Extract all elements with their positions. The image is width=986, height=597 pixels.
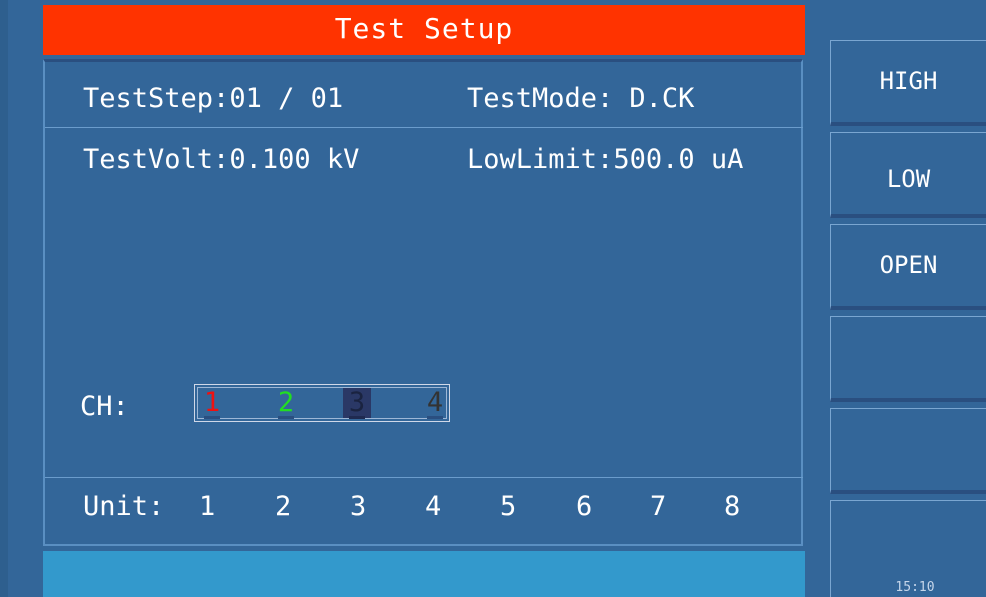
unit-1[interactable]: 1: [199, 492, 215, 522]
unit-2[interactable]: 2: [275, 492, 291, 522]
setup-panel: [43, 59, 803, 546]
test-step-value: 01 / 01: [229, 83, 344, 114]
clock: 15:10: [895, 580, 935, 595]
unit-7[interactable]: 7: [650, 492, 666, 522]
page-title: Test Setup: [43, 5, 805, 55]
unit-6[interactable]: 6: [576, 492, 592, 522]
test-volt-label: TestVolt:: [83, 144, 230, 175]
test-mode-label: TestMode:: [467, 83, 614, 114]
channel-selector[interactable]: 1 2 3 4: [194, 384, 450, 422]
low-limit-value: 500.0 uA: [613, 144, 744, 175]
unit-3[interactable]: 3: [350, 492, 366, 522]
unit-4[interactable]: 4: [425, 492, 441, 522]
channel-2-underline: [278, 416, 294, 419]
test-step-label: TestStep:: [83, 83, 230, 114]
row-divider-1: [45, 127, 803, 128]
channel-selector-inner: 1 2 3 4: [197, 387, 447, 419]
channel-2-label: 2: [277, 387, 295, 418]
channel-4[interactable]: 4: [421, 387, 449, 419]
left-edge-strip: [0, 0, 8, 597]
channel-1-label: 1: [203, 387, 221, 418]
softkey-4[interactable]: [830, 316, 986, 402]
channel-3-underline: [349, 416, 365, 419]
test-step-field[interactable]: TestStep:01 / 01: [83, 84, 343, 114]
unit-5[interactable]: 5: [500, 492, 516, 522]
channel-2[interactable]: 2: [272, 387, 300, 419]
unit-label: Unit:: [83, 491, 165, 522]
channel-3-label: 3: [348, 387, 366, 418]
test-volt-field[interactable]: TestVolt:0.100 kV: [83, 145, 359, 175]
channel-label: CH:: [80, 391, 129, 422]
channel-4-underline: [427, 416, 443, 419]
test-mode-value: D.CK: [629, 83, 695, 114]
test-mode-field[interactable]: TestMode: D.CK: [467, 84, 694, 114]
channel-4-label: 4: [426, 387, 444, 418]
softkey-low[interactable]: LOW: [830, 132, 986, 218]
low-limit-field[interactable]: LowLimit:500.0 uA: [467, 145, 743, 175]
row-divider-2: [45, 477, 803, 478]
test-setup-screen: Test Setup TestStep:01 / 01 TestMode: D.C…: [0, 0, 986, 597]
unit-8[interactable]: 8: [724, 492, 740, 522]
softkey-5[interactable]: [830, 408, 986, 494]
status-bar: [43, 551, 805, 597]
channel-1-underline: [204, 416, 220, 419]
test-volt-value: 0.100 kV: [229, 144, 360, 175]
softkey-high[interactable]: HIGH: [830, 40, 986, 126]
channel-1[interactable]: 1: [198, 387, 226, 419]
softkey-open[interactable]: OPEN: [830, 224, 986, 310]
channel-3[interactable]: 3: [343, 387, 371, 419]
low-limit-label: LowLimit:: [467, 144, 614, 175]
